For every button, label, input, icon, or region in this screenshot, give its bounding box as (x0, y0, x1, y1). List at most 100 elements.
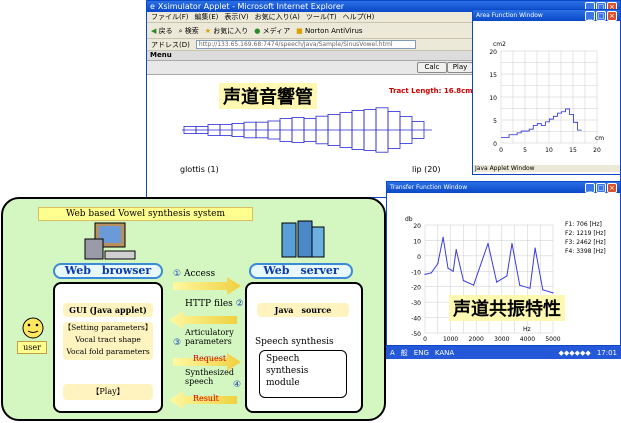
tf-point (487, 242, 489, 245)
ime-eng[interactable]: ENG (414, 349, 429, 357)
step-2-num: ② (235, 299, 244, 309)
area-ytick: 0 (493, 141, 497, 148)
search-icon: ⌕ (178, 26, 183, 35)
search-button[interactable]: ⌕ 検索 (179, 26, 199, 36)
transfer-function-window: Transfer Function Window _ □ × 20 10 0 -10 -20… (386, 181, 621, 346)
tf-point (519, 284, 521, 286)
area-maximize-button[interactable]: □ (596, 10, 606, 21)
area-minimize-button[interactable]: _ (585, 10, 595, 21)
vocal-fold-label: Vocal fold parameters (66, 347, 150, 356)
menu-tools[interactable]: ツール(T) (306, 12, 337, 22)
gui-label: GUI (Java applet) (63, 303, 153, 317)
tf-point (452, 270, 454, 272)
java-source-label: Java source (257, 303, 349, 317)
tf-ytick: -20 (411, 285, 421, 292)
ie-icon: e (150, 2, 155, 11)
tf-point (506, 275, 508, 277)
tract-length: Tract Length: 16.8cm (389, 87, 473, 95)
tf-xtick: 3000 (494, 336, 509, 343)
tf-point (529, 287, 531, 289)
area-close-button[interactable]: × (607, 10, 617, 21)
tf-point (473, 284, 475, 286)
tf-ytick: -40 (411, 316, 421, 323)
transfer-close-button[interactable]: × (607, 182, 617, 193)
ime-a[interactable]: A (390, 349, 395, 357)
menu-view[interactable]: 表示(V) (224, 12, 248, 22)
formant-f3: F3: 2462 [Hz] (565, 239, 606, 246)
speech-synthesis-label: Speech synthesis (255, 337, 334, 347)
tf-ytick: 10 (413, 238, 421, 245)
media-icon: ● (254, 26, 261, 35)
play-button[interactable]: Play (447, 62, 473, 73)
area-xtick: 15 (569, 147, 577, 154)
address-input[interactable]: http://133.65.169.68:7474/speech/Java/Sa… (195, 40, 416, 49)
ime-mode[interactable]: 般 (401, 348, 408, 358)
tf-ytick: 20 (413, 223, 421, 230)
transfer-minimize-button[interactable]: _ (585, 182, 595, 193)
lip-label: lip (20) (412, 165, 441, 174)
tf-xtick: 5000 (545, 336, 560, 343)
tf-point (447, 267, 449, 269)
tf-point (462, 279, 464, 282)
tf-point (442, 236, 444, 238)
tf-xtick: 4000 (520, 336, 535, 343)
back-button[interactable]: ◀ 戻る (151, 26, 173, 36)
menu-favorites[interactable]: お気に入り(A) (255, 12, 300, 22)
formant-f4: F4: 3398 [Hz] (565, 248, 606, 255)
calc-button[interactable]: Calc (417, 62, 447, 73)
ime-kana[interactable]: KANA (435, 349, 454, 357)
area-xtick: 10 (545, 147, 553, 154)
tf-xtick: 2000 (469, 336, 484, 343)
tf-point (496, 281, 498, 283)
area-ytick: 5 (493, 118, 497, 125)
menu-file[interactable]: ファイル(F) (151, 12, 189, 22)
norton-button[interactable]: ■ Norton AntiVirus (296, 27, 362, 35)
area-ytick: 20 (489, 49, 497, 56)
tf-ytick: -50 (411, 331, 421, 338)
step-4-num: ④ (233, 380, 242, 390)
favorites-button[interactable]: ★ お気に入り (205, 26, 249, 36)
server-icon (281, 220, 325, 258)
system-diagram: Web based Vowel synthesis system Web bro… (1, 197, 386, 421)
step-3-num: ③ (173, 338, 182, 348)
transfer-maximize-button[interactable]: □ (596, 182, 606, 193)
back-icon: ◀ (151, 26, 157, 35)
step-1: ① Access (173, 269, 215, 279)
area-title-bar: Area Function Window _ □ × (473, 10, 620, 21)
access-arrow (173, 277, 241, 295)
menu-help[interactable]: ヘルプ(H) (343, 12, 375, 22)
area-xtick: 5 (523, 147, 527, 154)
area-xtick: 0 (499, 147, 503, 154)
step-3-label: Articulatory parameters (185, 328, 234, 346)
transfer-heading: 声道共振特性 (449, 295, 565, 321)
glottis-label: glottis (1) (180, 165, 219, 174)
formant-f1: F1: 706 [Hz] (565, 221, 602, 228)
area-footer: Java Applet Window (473, 165, 620, 172)
tf-point (424, 273, 426, 275)
tf-ytick: -10 (411, 269, 421, 276)
norton-icon: ■ (296, 26, 303, 35)
transfer-title: Transfer Function Window (390, 184, 468, 191)
setting-box: 【Setting parameters】 Vocal tract shape V… (63, 322, 153, 360)
web-browser-label: Web browser (53, 263, 163, 279)
menu-edit[interactable]: 編集(E) (195, 12, 219, 22)
tf-point (455, 249, 457, 251)
area-ylabel: cm2 (493, 41, 506, 48)
http-files-arrow (169, 311, 237, 329)
address-label: アドレス(D) (151, 40, 190, 49)
transfer-title-bar: Transfer Function Window _ □ × (387, 182, 620, 193)
area-function-window: Area Function Window _ □ × 20 15 10 5 0 0 5 10 15 2… (472, 9, 621, 175)
step-1-label: Access (183, 269, 216, 279)
step-4-label: Synthesized speech (185, 368, 234, 386)
formant-f2: F2: 1219 [Hz] (565, 230, 606, 237)
play-box[interactable]: 【Play】 (63, 384, 153, 400)
setting-label: 【Setting parameters】 (63, 323, 153, 332)
synthesis-module-box: Speech synthesis module (259, 350, 347, 398)
tf-xlabel: Hz (523, 326, 531, 333)
media-button[interactable]: ● メディア (254, 26, 290, 36)
computer-icon (84, 222, 136, 260)
applet-menu[interactable]: Menu (150, 51, 172, 59)
tf-point (511, 242, 513, 245)
vocal-tract-label: Vocal tract shape (75, 335, 141, 344)
tf-xtick: 1000 (443, 336, 458, 343)
